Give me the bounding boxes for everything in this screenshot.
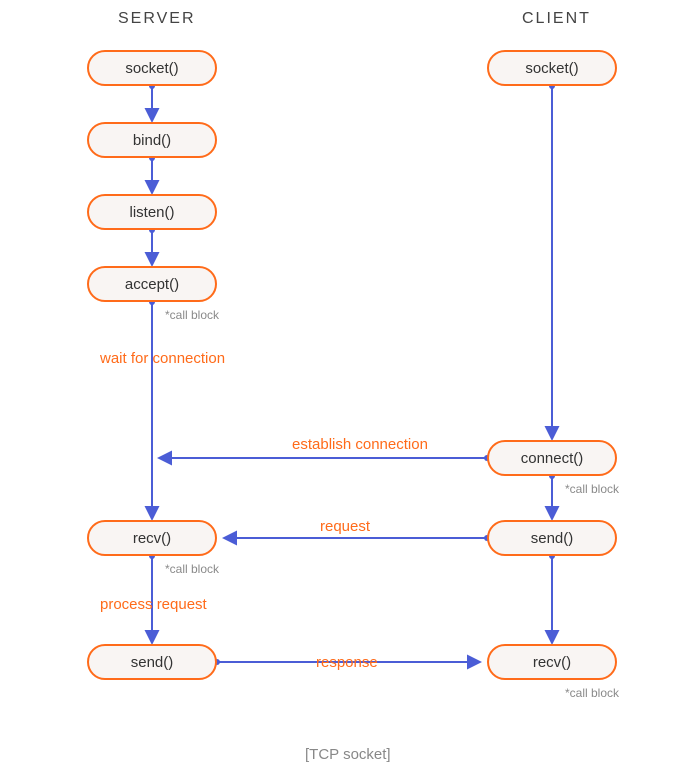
node-label: recv() <box>533 654 571 671</box>
note-client-connect-blocks: *call block <box>565 482 619 496</box>
node-label: send() <box>531 530 574 547</box>
note-server-recv-blocks: *call block <box>165 562 219 576</box>
server-column-title: SERVER <box>118 10 196 28</box>
node-label: listen() <box>129 204 174 221</box>
client-step-connect: connect() <box>487 440 617 476</box>
label-wait-for-connection: wait for connection <box>100 350 225 367</box>
server-step-send: send() <box>87 644 217 680</box>
server-step-recv: recv() <box>87 520 217 556</box>
server-step-listen: listen() <box>87 194 217 230</box>
node-label: socket() <box>125 60 178 77</box>
node-label: accept() <box>125 276 179 293</box>
client-step-socket: socket() <box>487 50 617 86</box>
server-step-accept: accept() <box>87 266 217 302</box>
note-client-recv-blocks: *call block <box>565 686 619 700</box>
client-column-title: CLIENT <box>522 10 591 28</box>
label-response: response <box>316 654 378 671</box>
client-step-recv: recv() <box>487 644 617 680</box>
client-step-send: send() <box>487 520 617 556</box>
node-label: socket() <box>525 60 578 77</box>
server-step-socket: socket() <box>87 50 217 86</box>
node-label: bind() <box>133 132 171 149</box>
diagram-caption: [TCP socket] <box>305 746 391 763</box>
note-server-accept-blocks: *call block <box>165 308 219 322</box>
node-label: send() <box>131 654 174 671</box>
server-step-bind: bind() <box>87 122 217 158</box>
label-process-request: process request <box>100 596 207 613</box>
diagram-canvas: SERVER CLIENT socket() bind() listen() a… <box>0 0 700 783</box>
node-label: recv() <box>133 530 171 547</box>
label-request: request <box>320 518 370 535</box>
node-label: connect() <box>521 450 584 467</box>
label-establish-connection: establish connection <box>292 436 428 453</box>
